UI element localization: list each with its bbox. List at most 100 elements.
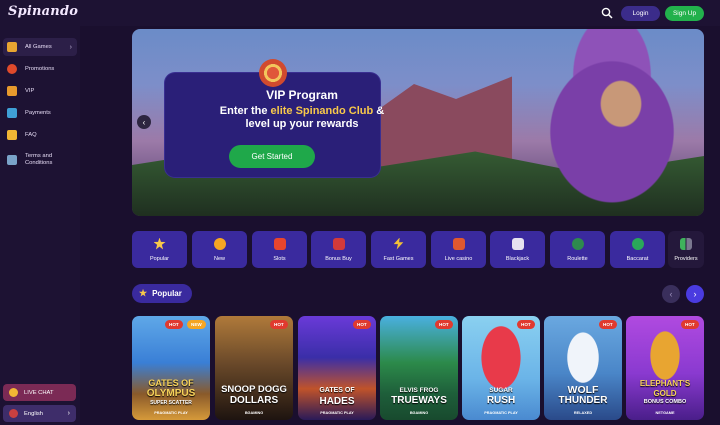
sidebar-item-label: Terms and (25, 153, 53, 159)
signup-button[interactable]: Sign Up (665, 6, 704, 21)
game-title-line1: SNOOP DOGG (221, 384, 287, 395)
game-card[interactable]: HOT WOLF THUNDER RELAXED (544, 316, 622, 420)
category-live-casino[interactable]: Live casino (431, 231, 486, 268)
live-chat-button[interactable]: LIVE CHAT (3, 384, 76, 401)
chevron-right-icon: › (67, 410, 70, 417)
category-label: Live casino (444, 255, 473, 262)
carousel-next-button[interactable]: › (686, 285, 704, 303)
category-fast-games[interactable]: Fast Games (371, 231, 426, 268)
game-provider: NETGAME (655, 411, 675, 415)
hot-badge: HOT (517, 320, 535, 329)
sidebar-item-label: FAQ (25, 132, 37, 138)
banner-character-image (522, 29, 702, 216)
sidebar-item-faq[interactable]: FAQ (3, 126, 77, 144)
grid-icon (680, 237, 692, 250)
game-title-line1: ELVIS FROG (399, 387, 439, 394)
sidebar-item-terms[interactable]: Terms and Conditions (3, 149, 77, 171)
shield-icon (7, 42, 17, 52)
star-icon: ★ (139, 288, 148, 298)
sidebar-item-vip[interactable]: VIP (3, 82, 77, 100)
sidebar: All Games › Promotions VIP Payments FAQ … (0, 26, 80, 425)
roulette-icon (571, 237, 584, 250)
seven-icon (273, 237, 286, 250)
chat-icon (9, 388, 18, 397)
language-label: English (24, 410, 44, 417)
wheel-icon (7, 64, 17, 74)
game-provider: BGAMING (409, 411, 429, 415)
sidebar-item-label: Promotions (25, 66, 55, 72)
banner-line2: level up your rewards (245, 118, 359, 130)
category-label: Bonus Buy (325, 255, 352, 262)
game-provider: PRAGMATIC PLAY (154, 411, 188, 415)
flag-icon (9, 409, 18, 418)
crown-icon (7, 86, 17, 96)
game-card[interactable]: HOT NEW GATES OF OLYMPUS SUPER SCATTER P… (132, 316, 210, 420)
game-title-line1: GATES OF (148, 378, 194, 388)
payment-icon (7, 108, 17, 118)
get-started-button[interactable]: Get Started (229, 145, 315, 168)
document-icon (7, 155, 17, 165)
sidebar-item-label-wrap: Terms and Conditions (25, 153, 52, 167)
game-title-line2: RUSH (486, 395, 516, 406)
language-selector[interactable]: English › (3, 405, 76, 422)
game-card[interactable]: HOT GATES OF HADES PRAGMATIC PLAY (298, 316, 376, 420)
category-providers[interactable]: Providers (668, 231, 704, 268)
banner-subtitle: Enter the elite Spinando Club & level up… (192, 105, 412, 131)
game-provider: BGAMING (244, 411, 264, 415)
game-title-line1: GATES OF (319, 387, 355, 394)
hot-badge: HOT (270, 320, 288, 329)
chip-icon (631, 237, 644, 250)
new-badge-icon (213, 237, 226, 250)
popular-games-row: HOT NEW GATES OF OLYMPUS SUPER SCATTER P… (132, 316, 704, 420)
gift-icon (332, 237, 345, 250)
sidebar-item-label-2: Conditions (25, 160, 53, 166)
promo-banner[interactable]: VIP Program Enter the elite Spinando Clu… (132, 29, 704, 216)
game-title-line2: HADES (319, 396, 355, 407)
category-label: Blackjack (505, 255, 530, 262)
hot-badge: HOT (681, 320, 699, 329)
game-card[interactable]: HOT SNOOP DOGG DOLLARS BGAMING (215, 316, 293, 420)
carousel-prev-button[interactable]: ‹ (662, 285, 680, 303)
game-title-line2: THUNDER (558, 395, 608, 406)
sidebar-item-payments[interactable]: Payments (3, 104, 77, 122)
game-title-line2: TRUEWAYS (391, 395, 447, 406)
new-badge: NEW (187, 320, 206, 329)
game-card[interactable]: HOT SUGAR RUSH PRAGMATIC PLAY (462, 316, 540, 420)
category-slots[interactable]: Slots (252, 231, 307, 268)
game-provider: RELAXED (573, 411, 593, 415)
top-header: Spinando Login Sign Up (0, 0, 720, 26)
banner-line1-post: & (373, 105, 385, 117)
search-icon[interactable] (601, 7, 613, 19)
game-card[interactable]: HOT ELVIS FROG TRUEWAYS BGAMING (380, 316, 458, 420)
category-baccarat[interactable]: Baccarat (610, 231, 665, 268)
banner-line1-highlight: elite Spinando Club (270, 105, 374, 117)
chevron-right-icon: › (69, 43, 72, 51)
game-title-line3: SUPER SCATTER (150, 400, 192, 406)
sidebar-item-promotions[interactable]: Promotions (3, 60, 77, 78)
chevron-right-icon: › (693, 289, 697, 299)
banner-line1-pre: Enter the (219, 105, 271, 117)
chevron-left-icon: ‹ (142, 117, 146, 127)
category-roulette[interactable]: Roulette (550, 231, 605, 268)
category-bonus-buy[interactable]: Bonus Buy (311, 231, 366, 268)
cards-icon (511, 237, 524, 250)
section-title-popular: ★ Popular (132, 284, 192, 303)
banner-title: VIP Program (266, 88, 338, 102)
category-popular[interactable]: Popular (132, 231, 187, 268)
section-title-label: Popular (152, 289, 182, 298)
game-title-line3: BONUS COMBO (643, 399, 687, 405)
sidebar-item-all-games[interactable]: All Games › (3, 38, 77, 56)
lightning-icon (393, 237, 404, 250)
hot-badge: HOT (599, 320, 617, 329)
category-label: Slots (273, 255, 286, 262)
chevron-left-icon: ‹ (669, 289, 673, 299)
site-logo[interactable]: Spinando (8, 4, 78, 19)
category-blackjack[interactable]: Blackjack (490, 231, 545, 268)
game-provider: PRAGMATIC PLAY (484, 411, 518, 415)
category-label: Baccarat (626, 255, 649, 262)
game-card[interactable]: HOT ELEPHANT'S GOLD BONUS COMBO NETGAME (626, 316, 704, 420)
banner-prev-button[interactable]: ‹ (137, 115, 151, 129)
sidebar-item-label: VIP (25, 88, 35, 94)
category-new[interactable]: New (192, 231, 247, 268)
login-button[interactable]: Login (621, 6, 660, 21)
